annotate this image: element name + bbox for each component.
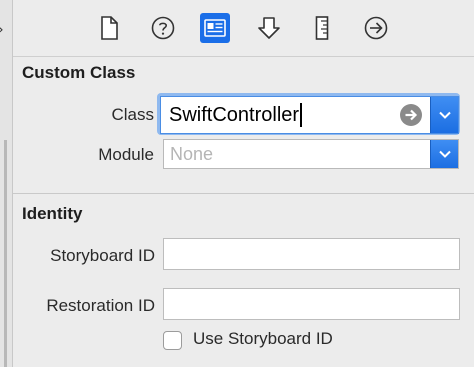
module-label: Module [98, 145, 154, 164]
identity-heading: Identity [22, 204, 83, 223]
help-icon [151, 16, 175, 40]
left-edge-strip: › [0, 0, 12, 367]
text-cursor [300, 103, 302, 127]
attributes-inspector-icon [258, 17, 280, 39]
module-placeholder[interactable]: None [170, 140, 213, 168]
disclosure-arrow-icon[interactable]: › [0, 22, 4, 38]
connections-inspector-icon [364, 16, 388, 40]
module-dropdown-button[interactable] [430, 140, 458, 168]
file-icon [101, 16, 118, 40]
class-combobox[interactable]: SwiftController [160, 96, 459, 134]
chevron-down-icon [438, 111, 451, 119]
storyboard-id-label: Storyboard ID [50, 246, 155, 265]
module-combobox[interactable]: None [163, 139, 459, 169]
class-label: Class [111, 105, 154, 124]
connections-inspector-tab[interactable] [361, 13, 391, 43]
identity-inspector-icon [204, 19, 226, 37]
section-divider [13, 193, 474, 194]
chevron-down-icon [438, 150, 451, 158]
restoration-id-label: Restoration ID [46, 296, 155, 315]
splitter[interactable] [4, 140, 7, 367]
file-inspector-tab[interactable] [94, 13, 124, 43]
storyboard-id-field[interactable] [163, 238, 460, 270]
custom-class-heading: Custom Class [22, 63, 136, 82]
inspector-toolbar [13, 0, 474, 57]
jump-to-class-button[interactable] [400, 104, 422, 126]
size-inspector-tab[interactable] [307, 13, 337, 43]
use-storyboard-id-checkbox[interactable] [163, 331, 182, 350]
attributes-inspector-tab[interactable] [254, 13, 284, 43]
quick-help-tab[interactable] [148, 13, 178, 43]
size-inspector-icon [315, 16, 329, 40]
class-input-text[interactable]: SwiftController [169, 97, 299, 133]
go-arrow-icon [405, 109, 418, 121]
class-dropdown-button[interactable] [430, 97, 458, 133]
identity-inspector-tab[interactable] [200, 13, 230, 43]
use-storyboard-id-label[interactable]: Use Storyboard ID [193, 329, 333, 349]
restoration-id-field[interactable] [163, 288, 460, 320]
